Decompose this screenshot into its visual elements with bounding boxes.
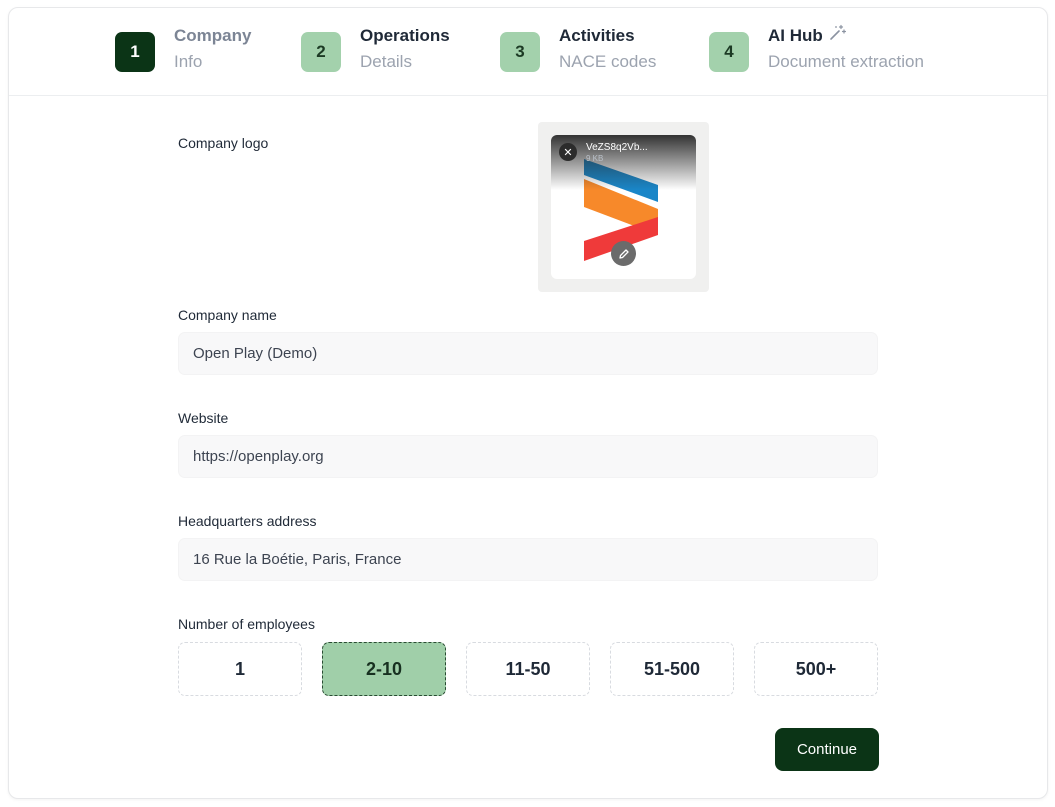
stepper: 1 Company Info 2 Operations Details 3 Ac… — [9, 8, 1047, 96]
step-operations[interactable]: 2 Operations Details — [301, 24, 450, 74]
company-name-input[interactable]: Open Play (Demo) — [178, 332, 878, 375]
onboarding-card: 1 Company Info 2 Operations Details 3 Ac… — [8, 7, 1048, 799]
step-title: AI Hub — [768, 26, 823, 45]
logo-preview: ✕ VeZS8q2Vb... 9 KB — [551, 135, 696, 279]
file-name: VeZS8q2Vb... — [586, 142, 648, 153]
step-ai-hub[interactable]: 4 AI Hub Document extraction — [709, 24, 924, 74]
file-size: 9 KB — [586, 154, 604, 163]
company-logo-label: Company logo — [178, 135, 269, 151]
step-subtitle: NACE codes — [559, 52, 657, 71]
close-icon: ✕ — [563, 146, 573, 159]
headquarters-address-label: Headquarters address — [178, 513, 317, 529]
step-title-row: AI Hub — [768, 24, 924, 48]
headquarters-address-input[interactable]: 16 Rue la Boétie, Paris, France — [178, 538, 878, 581]
employees-option-11-50[interactable]: 11-50 — [466, 642, 590, 696]
step-title: Activities — [559, 26, 635, 45]
remove-logo-button[interactable]: ✕ — [559, 143, 577, 161]
edit-logo-button[interactable] — [611, 241, 636, 266]
pencil-icon — [618, 248, 629, 259]
step-title: Operations — [360, 26, 450, 45]
website-input[interactable]: https://openplay.org — [178, 435, 878, 478]
logo-uploader[interactable]: ✕ VeZS8q2Vb... 9 KB — [538, 122, 709, 292]
step-company[interactable]: 1 Company Info — [115, 24, 251, 74]
website-label: Website — [178, 410, 229, 426]
step-title: Company — [174, 26, 252, 45]
step-number: 2 — [301, 32, 341, 72]
magic-wand-icon — [829, 24, 846, 48]
step-subtitle: Info — [174, 52, 203, 71]
company-name-label: Company name — [178, 307, 277, 323]
step-subtitle: Document extraction — [768, 52, 924, 71]
step-number: 4 — [709, 32, 749, 72]
employees-label: Number of employees — [178, 616, 315, 632]
employees-option-1[interactable]: 1 — [178, 642, 302, 696]
step-number: 1 — [115, 32, 155, 72]
employees-option-2-10[interactable]: 2-10 — [322, 642, 446, 696]
employees-option-51-500[interactable]: 51-500 — [610, 642, 734, 696]
step-number: 3 — [500, 32, 540, 72]
continue-button[interactable]: Continue — [775, 728, 879, 771]
step-activities[interactable]: 3 Activities NACE codes — [500, 24, 656, 74]
employees-option-500-plus[interactable]: 500+ — [754, 642, 878, 696]
step-subtitle: Details — [360, 52, 412, 71]
